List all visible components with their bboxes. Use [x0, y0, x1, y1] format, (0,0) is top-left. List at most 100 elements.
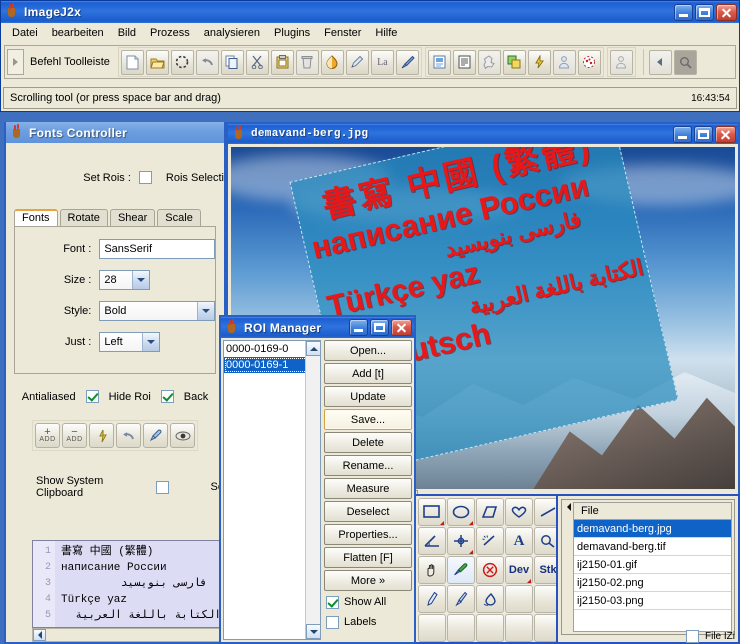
dropper-tool-icon[interactable]	[447, 556, 475, 584]
rename-button[interactable]: Rename...	[324, 455, 412, 476]
tab-scale[interactable]: Scale	[157, 209, 201, 226]
brush-tool-icon[interactable]	[447, 585, 475, 613]
empty-tool-slot[interactable]	[505, 614, 533, 642]
minimize-icon[interactable]	[674, 3, 693, 21]
document-info-icon[interactable]	[452, 49, 476, 75]
person-icon[interactable]	[552, 49, 576, 75]
empty-tool-slot[interactable]	[418, 614, 446, 642]
table-row[interactable]: ij2150-02.png	[574, 574, 731, 592]
scroll-left-icon[interactable]	[564, 502, 573, 632]
image-window-titlebar[interactable]: demavand-berg.jpg	[228, 124, 738, 144]
eye-icon[interactable]	[170, 423, 195, 448]
magnify-disabled-icon[interactable]	[673, 49, 697, 75]
style-combo[interactable]: Bold	[99, 301, 215, 321]
save-button[interactable]: Save...	[324, 409, 412, 430]
table-row[interactable]: ij2150-01.gif	[574, 556, 731, 574]
properties-button[interactable]: Properties...	[324, 524, 412, 545]
menu-hilfe[interactable]: Hilfe	[368, 25, 404, 41]
menu-bearbeiten[interactable]: bearbeiten	[45, 25, 111, 41]
empty-tool-slot[interactable]	[447, 614, 475, 642]
add-button[interactable]: Add [t]	[324, 363, 412, 384]
rectangle-tool-icon[interactable]	[418, 498, 446, 526]
deselect-button[interactable]: Deselect	[324, 501, 412, 522]
flatten-button[interactable]: Flatten [F]	[324, 547, 412, 568]
close-icon[interactable]	[716, 3, 737, 21]
empty-tool-slot[interactable]	[505, 585, 533, 613]
point-tool-icon[interactable]	[447, 527, 475, 555]
show-system-clipboard-checkbox[interactable]	[155, 480, 169, 494]
cut-scissors-icon[interactable]	[245, 49, 269, 75]
undo-icon[interactable]	[116, 423, 141, 448]
delete-trash-icon[interactable]	[295, 49, 319, 75]
pencil-icon[interactable]	[345, 49, 369, 75]
table-row[interactable]: ij2150-03.png	[574, 592, 731, 610]
antialiased-checkbox[interactable]	[85, 390, 99, 403]
highlight-icon[interactable]	[89, 423, 114, 448]
add-minus-icon[interactable]: − ADD	[62, 423, 87, 448]
fonts-controller-titlebar[interactable]: Fonts Controller	[6, 122, 224, 143]
eyedropper-icon[interactable]	[143, 423, 168, 448]
fill-paintcan-icon[interactable]	[320, 49, 344, 75]
delete-button[interactable]: Delete	[324, 432, 412, 453]
polygon-tool-icon[interactable]	[476, 498, 504, 526]
chevron-down-icon[interactable]	[197, 302, 214, 320]
lightning-icon[interactable]	[527, 49, 551, 75]
menu-plugins[interactable]: Plugins	[267, 25, 317, 41]
scroll-down-icon[interactable]	[306, 624, 320, 639]
set-rois-checkbox[interactable]	[138, 171, 152, 184]
previous-icon[interactable]	[648, 49, 672, 75]
open-button[interactable]: Open...	[324, 340, 412, 361]
tab-fonts[interactable]: Fonts	[14, 209, 58, 226]
show-all-checkbox[interactable]	[326, 595, 339, 609]
new-document-icon[interactable]	[120, 49, 144, 75]
menu-prozess[interactable]: Prozess	[143, 25, 197, 41]
table-row[interactable]: demavand-berg.tif	[574, 538, 731, 556]
label-icon[interactable]: La	[370, 49, 394, 75]
menu-analysieren[interactable]: analysieren	[197, 25, 267, 41]
add-plus-icon[interactable]: + ADD	[35, 423, 60, 448]
hand-tool-icon[interactable]	[418, 556, 446, 584]
paste-clipboard-icon[interactable]	[270, 49, 294, 75]
wand-tool-icon[interactable]	[476, 527, 504, 555]
tab-shear[interactable]: Shear	[109, 209, 156, 226]
undo-icon[interactable]	[195, 49, 219, 75]
minimize-icon[interactable]	[349, 319, 368, 336]
text-tool-icon[interactable]: A	[505, 527, 533, 555]
more-button[interactable]: More »	[324, 570, 412, 591]
size-combo[interactable]: 28	[99, 270, 151, 290]
roi-manager-titlebar[interactable]: ROI Manager	[221, 317, 414, 338]
open-folder-icon[interactable]	[145, 49, 169, 75]
brush-icon[interactable]	[395, 49, 419, 75]
maximize-icon[interactable]	[695, 3, 714, 21]
font-input[interactable]: SansSerif	[99, 239, 215, 259]
angle-tool-icon[interactable]	[418, 527, 446, 555]
maximize-icon[interactable]	[694, 125, 713, 143]
just-combo[interactable]: Left	[99, 332, 161, 352]
shapes-icon[interactable]	[477, 49, 501, 75]
minimize-icon[interactable]	[673, 125, 692, 143]
image-properties-icon[interactable]	[427, 49, 451, 75]
hide-roi-checkbox[interactable]	[160, 390, 174, 403]
pen-tool-icon[interactable]	[418, 585, 446, 613]
dev-tool-icon[interactable]: Dev	[505, 556, 533, 584]
close-icon[interactable]	[715, 125, 736, 143]
roi-list-scrollbar[interactable]	[305, 341, 320, 639]
freehand-tool-icon[interactable]	[505, 498, 533, 526]
copy-icon[interactable]	[220, 49, 244, 75]
multilingual-text-area[interactable]: 1 2 3 4 5 書寫 中國 (繁體) написание России فا…	[32, 540, 224, 628]
selection-icon[interactable]	[170, 49, 194, 75]
oval-tool-icon[interactable]	[447, 498, 475, 526]
roi-list[interactable]: 0000-0169-0 0000-0169-1	[223, 340, 321, 640]
paint-tool-icon[interactable]	[476, 585, 504, 613]
text-area-hscrollbar[interactable]	[32, 628, 224, 642]
tab-rotate[interactable]: Rotate	[59, 209, 108, 226]
labels-checkbox[interactable]	[326, 615, 339, 629]
duplicate-layers-icon[interactable]	[502, 49, 526, 75]
scroll-left-icon[interactable]	[33, 629, 46, 641]
particles-icon[interactable]	[577, 49, 601, 75]
update-button[interactable]: Update	[324, 386, 412, 407]
file-filter-checkbox[interactable]	[686, 629, 699, 643]
chevron-down-icon[interactable]	[142, 333, 160, 351]
menu-bild[interactable]: Bild	[111, 25, 143, 41]
person-disabled-icon[interactable]	[609, 49, 633, 75]
